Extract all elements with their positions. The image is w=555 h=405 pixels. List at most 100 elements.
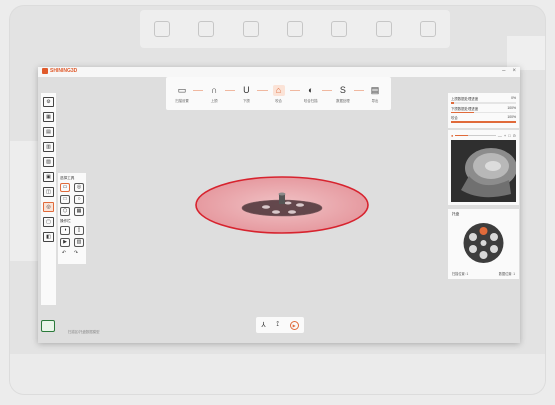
step-lower-jaw[interactable]: U 下颌 <box>236 85 256 103</box>
progress-fill <box>451 111 474 113</box>
step-connector <box>257 90 268 91</box>
tray-hole <box>284 201 292 205</box>
step-connector <box>353 90 365 91</box>
invert-icon[interactable]: ◑ <box>60 226 70 235</box>
bg-step-icon <box>375 21 392 37</box>
step-label: 咬合 <box>275 98 282 103</box>
tray-hole <box>272 210 280 214</box>
step-upper-jaw[interactable]: ∩ 上颌 <box>204 85 224 103</box>
selection-panel-title: 选择工具 <box>60 176 75 180</box>
zoom-in-icon[interactable]: + <box>504 133 506 138</box>
redo-icon[interactable]: ↷ <box>72 250 80 257</box>
model-thumbnail-icon[interactable] <box>41 320 55 332</box>
tray-hole <box>296 203 304 207</box>
delete-icon[interactable]: ▥ <box>74 238 84 247</box>
step-label: 下颌 <box>242 98 250 103</box>
step-label: 扫描设置 <box>175 98 189 103</box>
tray-diagram[interactable] <box>448 209 519 279</box>
step-label: 咬合扫描 <box>303 98 318 103</box>
lower-jaw-icon: U <box>243 84 250 95</box>
progress-value: 100% <box>507 105 516 110</box>
play-scan-button[interactable]: ▶ <box>289 320 299 330</box>
select-all-icon[interactable]: ◎ <box>74 183 84 192</box>
bite-icon: ⌂ <box>272 84 285 96</box>
select-tool-icon[interactable]: ◎ <box>43 202 54 212</box>
bg-step-icon <box>419 21 436 37</box>
tray-hole <box>288 210 296 214</box>
data-position-text: 数据位置: 1 <box>498 272 515 276</box>
step-label: 导出 <box>371 98 379 103</box>
slider-fill <box>455 134 468 136</box>
record-icon[interactable]: ● <box>451 133 453 138</box>
status-text: 扫描区/托盘数据模型 <box>68 330 100 334</box>
step-label: 上颌 <box>210 98 218 103</box>
axis-icon[interactable]: ⅄ <box>261 321 265 329</box>
upper-jaw-icon: ∩ <box>210 84 218 95</box>
export-icon: ▤ <box>370 84 380 95</box>
zoom-out-icon[interactable]: — <box>498 133 502 138</box>
camera-preview-panel: ● — + □ ⊙ <box>448 130 519 205</box>
progress-label: 下颌数据处理进度 <box>451 106 479 111</box>
progress-fill <box>451 102 455 104</box>
bg-step-icon <box>286 21 303 37</box>
step-label: 数据处理 <box>336 98 350 103</box>
progress-label: 上颌数据处理进度 <box>451 97 479 101</box>
step-bite[interactable]: ⌂ 咬合 <box>269 84 289 103</box>
lock-tool-icon[interactable]: ▢ <box>43 217 54 227</box>
workflow-toolbar: ▭ 扫描设置 ∩ 上颌 U 下颌 ⌂ 咬合 ◐ 咬合扫描 S 数据处理 ▤ 导出 <box>166 77 391 110</box>
lasso-select-icon[interactable]: ○ <box>74 195 84 204</box>
layer-tool-icon[interactable]: ▤ <box>43 127 54 137</box>
step-connector <box>193 90 204 91</box>
background-left-panel <box>10 141 40 261</box>
progress-label: 咬合 <box>451 116 458 120</box>
main-window: SHINING3D – × ▭ 扫描设置 ∩ 上颌 U 下颌 ⌂ 咬合 ◐ 咬合… <box>38 67 520 343</box>
crop-icon[interactable]: ▯ <box>74 226 84 235</box>
operations-title: 操作栏 <box>60 219 71 223</box>
view-tool-icon[interactable]: ▣ <box>43 172 54 182</box>
rect-select-icon[interactable]: □ <box>60 195 70 204</box>
left-toolbar: ⚙ ▦ ▤ ▥ ▧ ▣ ◫ ◎ ▢ ◧ <box>41 93 56 305</box>
scan-tool-icon[interactable]: ▦ <box>43 112 54 122</box>
progress-row: 下颌数据处理进度 100% <box>451 105 516 113</box>
scan-settings-icon: ▭ <box>177 84 187 95</box>
fill-tool-icon[interactable]: ▧ <box>43 157 54 167</box>
measure-tool-icon[interactable]: ◫ <box>43 187 54 197</box>
align-icon[interactable]: ⟟ <box>276 321 279 329</box>
expand-icon[interactable]: □ <box>508 133 510 138</box>
step-export[interactable]: ▤ 导出 <box>365 85 385 103</box>
mesh-tool-icon[interactable]: ◧ <box>43 232 54 242</box>
bg-step-icon <box>154 21 171 37</box>
step-scan-settings[interactable]: ▭ 扫描设置 <box>172 85 192 103</box>
step-connector <box>289 90 300 91</box>
polygon-select-icon[interactable]: ⬡ <box>60 207 70 216</box>
undo-icon[interactable]: ↶ <box>60 250 68 257</box>
scan-position-text: 扫描位置: 1 <box>452 272 469 276</box>
progress-bar <box>451 121 516 123</box>
brush-select-icon[interactable]: ▦ <box>74 207 84 216</box>
bg-step-icon <box>242 21 259 37</box>
preview-illustration <box>451 140 516 202</box>
play-icon[interactable]: ▶ <box>60 238 70 247</box>
step-connector <box>321 90 332 91</box>
progress-value: 100% <box>507 115 516 119</box>
tray-panel-footer: 扫描位置: 1 数据位置: 1 <box>452 271 515 276</box>
step-connector <box>225 90 236 91</box>
settings-tool-icon[interactable]: ⚙ <box>43 97 54 107</box>
background-side-panel <box>507 36 545 70</box>
progress-panel: 上颌数据处理进度 0% 下颌数据处理进度 100% 咬合 100% <box>448 93 519 128</box>
progress-bar <box>451 102 516 104</box>
progress-value: 0% <box>511 96 516 100</box>
preview-controls: ● — + □ ⊙ <box>451 132 516 138</box>
camera-preview-image <box>451 140 516 202</box>
progress-row: 咬合 100% <box>451 115 516 123</box>
brightness-slider[interactable] <box>455 134 496 136</box>
trim-tool-icon[interactable]: ▥ <box>43 142 54 152</box>
target-icon[interactable]: ⊙ <box>513 133 516 138</box>
tray-panel: 托盘 扫描位置: 1 数据位置: 1 <box>448 209 519 279</box>
tray-hole <box>262 205 270 209</box>
select-region-icon[interactable]: ▭ <box>60 183 70 192</box>
step-data-processing[interactable]: S 数据处理 <box>333 85 353 103</box>
bg-step-icon <box>198 21 215 37</box>
data-processing-icon: S <box>339 84 346 95</box>
step-bite-scan[interactable]: ◐ 咬合扫描 <box>301 85 321 103</box>
